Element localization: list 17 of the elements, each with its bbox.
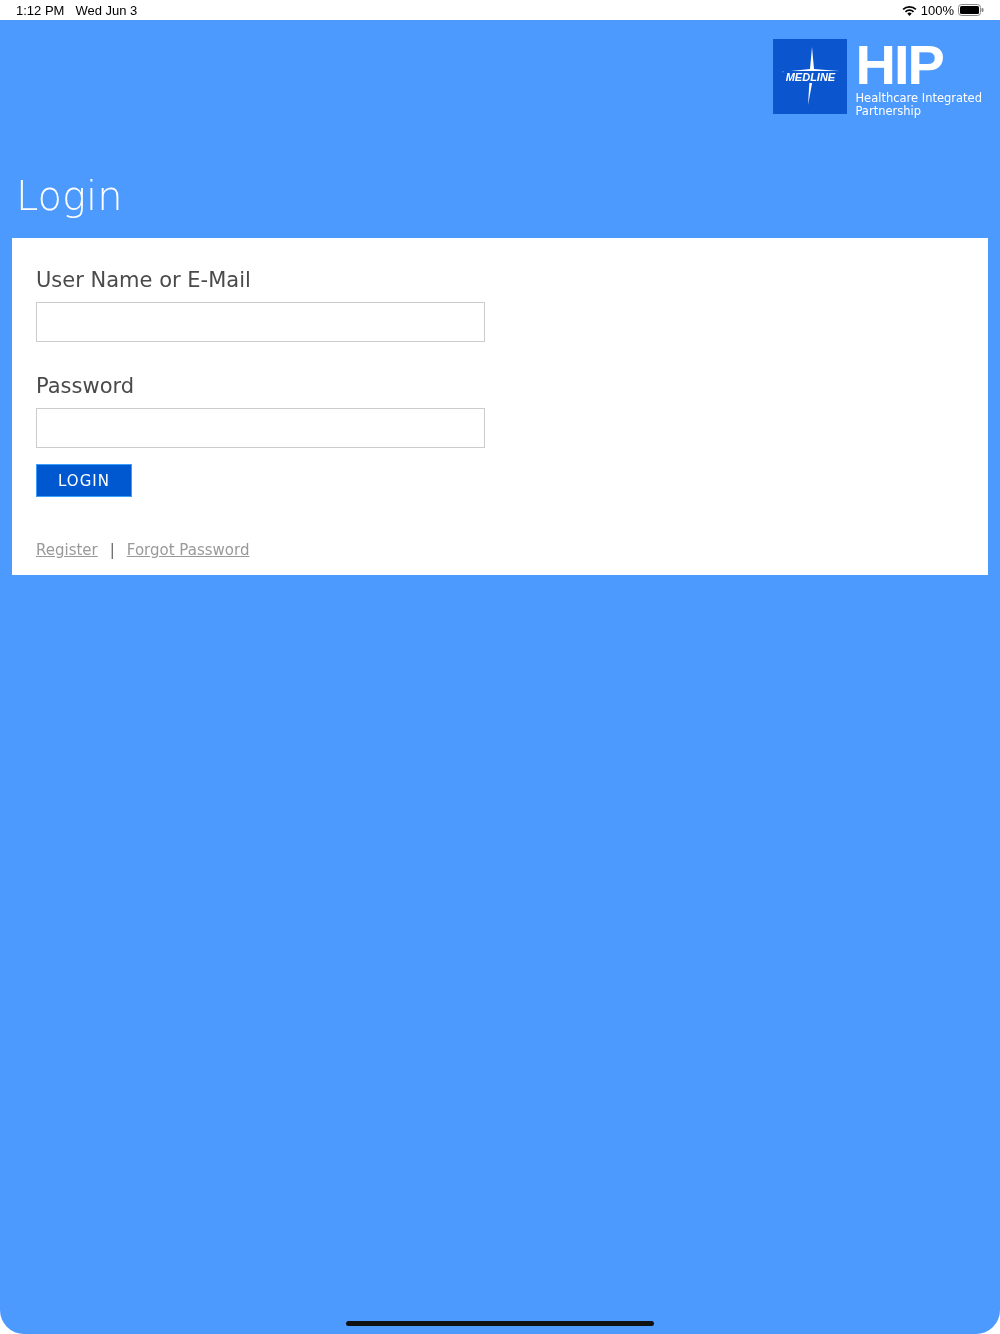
page-title: Login (16, 172, 124, 220)
separator: | (109, 541, 115, 559)
logo-subtitle: Healthcare Integrated (855, 92, 982, 105)
battery-percent: 100% (920, 2, 954, 18)
battery-icon (958, 4, 984, 16)
login-button[interactable]: LOGIN (36, 464, 132, 497)
logo-subtitle: Partnership (855, 105, 922, 118)
input-field[interactable] (36, 408, 485, 448)
field-label: User Name or E-Mail (36, 268, 251, 292)
register-link[interactable]: Register (36, 541, 98, 559)
status-time: 1:12 PM (16, 2, 65, 18)
forgot-password-link[interactable]: Forgot Password (126, 541, 250, 559)
field-label: Password (36, 374, 135, 398)
input-field[interactable] (36, 302, 485, 342)
status-date: Wed Jun 3 (75, 2, 138, 18)
logo-title: HIP (855, 38, 943, 92)
wifi-icon (901, 4, 917, 16)
